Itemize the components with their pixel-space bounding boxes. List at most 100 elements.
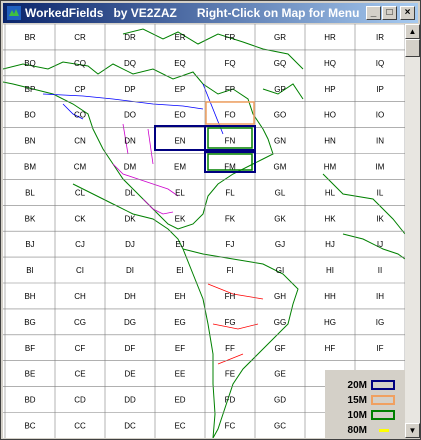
app-icon: [7, 6, 21, 20]
grid-square-label: CC: [74, 421, 86, 430]
grid-square-label: CR: [74, 33, 86, 42]
grid-square-label: BN: [24, 137, 35, 146]
grid-square-label: ED: [174, 396, 185, 405]
grid-square-label: GM: [274, 162, 287, 171]
grid-square-label: CH: [74, 292, 86, 301]
grid-square-label: FE: [225, 370, 235, 379]
grid-square-label: IO: [376, 111, 384, 120]
grid-square-label: FR: [225, 33, 236, 42]
grid-square-label: HK: [324, 214, 336, 223]
grid-square-label: GR: [274, 33, 286, 42]
grid-square-label: GO: [274, 111, 286, 120]
grid-square-label: IH: [376, 292, 384, 301]
legend-label: 10M: [347, 410, 367, 421]
grid-square-label: BG: [24, 318, 36, 327]
grid-square-label: FJ: [226, 240, 235, 249]
grid-square-label: IN: [376, 137, 384, 146]
grid-square-label: DK: [124, 214, 136, 223]
grid-square-label: FD: [225, 396, 236, 405]
grid-square-label: DC: [124, 421, 136, 430]
grid-square-label: EL: [175, 188, 185, 197]
grid-square-label: EC: [174, 421, 185, 430]
grid-square-label: IK: [376, 214, 384, 223]
grid-square-label: BI: [26, 266, 34, 275]
grid-square-label: FH: [225, 292, 236, 301]
scroll-down-button[interactable]: ▼: [405, 423, 420, 438]
grid-square-label: DD: [124, 396, 136, 405]
maximize-icon: □: [386, 7, 393, 18]
grid-square-label: BP: [25, 85, 36, 94]
grid-square-label: EG: [174, 318, 186, 327]
grid-square-label: EQ: [174, 59, 186, 68]
grid-square-label: GK: [274, 214, 286, 223]
grid-square-label: FO: [224, 111, 235, 120]
grid-square-label: II: [378, 266, 382, 275]
app-window: WorkedFields by VE2ZAZ Right-Click on Ma…: [0, 0, 421, 440]
grid-square-label: EO: [174, 111, 186, 120]
grid-square-label: IP: [376, 85, 384, 94]
grid-square-label: EF: [175, 344, 185, 353]
legend-item: 10M: [325, 408, 405, 424]
grid-square-label: FC: [225, 421, 236, 430]
grid-square-label: HG: [324, 318, 336, 327]
grid-square-label: HR: [324, 33, 336, 42]
grid-square-label: CI: [76, 266, 84, 275]
grid-square-label: GP: [274, 85, 286, 94]
band-legend: 20M 15M 10M 80M: [325, 370, 405, 438]
grid-square-label: FL: [225, 188, 235, 197]
grid-square-label: IL: [377, 188, 384, 197]
grid-square-label: BH: [24, 292, 35, 301]
grid-square-label: DG: [124, 318, 136, 327]
grid-square-label: IG: [376, 318, 384, 327]
grid-square-label: FN: [225, 137, 236, 146]
grid-square-label: CO: [74, 111, 86, 120]
close-button[interactable]: ×: [400, 6, 415, 20]
vertical-scrollbar[interactable]: ▲ ▼: [405, 24, 420, 438]
grid-square-label: BR: [24, 33, 35, 42]
grid-square-label: EH: [174, 292, 185, 301]
scroll-up-button[interactable]: ▲: [405, 24, 420, 39]
grid-square-label: HN: [324, 137, 336, 146]
legend-label: 20M: [347, 380, 367, 391]
grid-square-label: GE: [274, 370, 286, 379]
grid-square-label: FF: [225, 344, 235, 353]
scroll-thumb[interactable]: [405, 39, 420, 57]
grid-square-label: CP: [74, 85, 85, 94]
legend-swatch: [371, 395, 395, 405]
grid-square-label: IF: [376, 344, 383, 353]
grid-square-label: GC: [274, 421, 286, 430]
window-title: WorkedFields by VE2ZAZ Right-Click on Ma…: [25, 6, 360, 20]
grid-square-label: EP: [175, 85, 186, 94]
grid-square-label: DH: [124, 292, 136, 301]
grid-square-label: IR: [376, 33, 384, 42]
grid-square-label: HP: [324, 85, 335, 94]
grid-square-label: HO: [324, 111, 336, 120]
grid-square-label: BK: [25, 214, 36, 223]
grid-square-label: GL: [275, 188, 286, 197]
grid-square-label: CK: [74, 214, 86, 223]
legend-swatch: [371, 380, 395, 390]
grid-square-label: DP: [124, 85, 135, 94]
close-icon: ×: [404, 7, 411, 18]
grid-square-label: DR: [124, 33, 136, 42]
legend-label: 15M: [347, 395, 367, 406]
grid-square-label: DL: [125, 188, 136, 197]
grid-square-label: GH: [274, 292, 286, 301]
grid-square-label: CN: [74, 137, 86, 146]
legend-item: 20M: [325, 378, 405, 394]
title-bar[interactable]: WorkedFields by VE2ZAZ Right-Click on Ma…: [3, 3, 418, 23]
minimize-button[interactable]: _: [366, 6, 381, 20]
grid-square-label: IQ: [376, 59, 384, 68]
grid-square-label: HL: [325, 188, 336, 197]
grid-square-label: BC: [24, 421, 35, 430]
grid-square-label: CG: [74, 318, 86, 327]
maximize-button[interactable]: □: [382, 6, 397, 20]
grid-square-label: BF: [25, 344, 35, 353]
grid-square-label: EE: [175, 370, 186, 379]
map-area[interactable]: BR CR DR ER FR GR HR IR BQ CQ DQ EQ FQ GQ HQ IQ BP CP DP EP…: [3, 24, 405, 438]
grid-square-label: DE: [124, 370, 135, 379]
grid-square-label: EJ: [175, 240, 184, 249]
grid-square-label: DF: [125, 344, 136, 353]
grid-square-label: BJ: [25, 240, 34, 249]
grid-square-label: HJ: [325, 240, 335, 249]
